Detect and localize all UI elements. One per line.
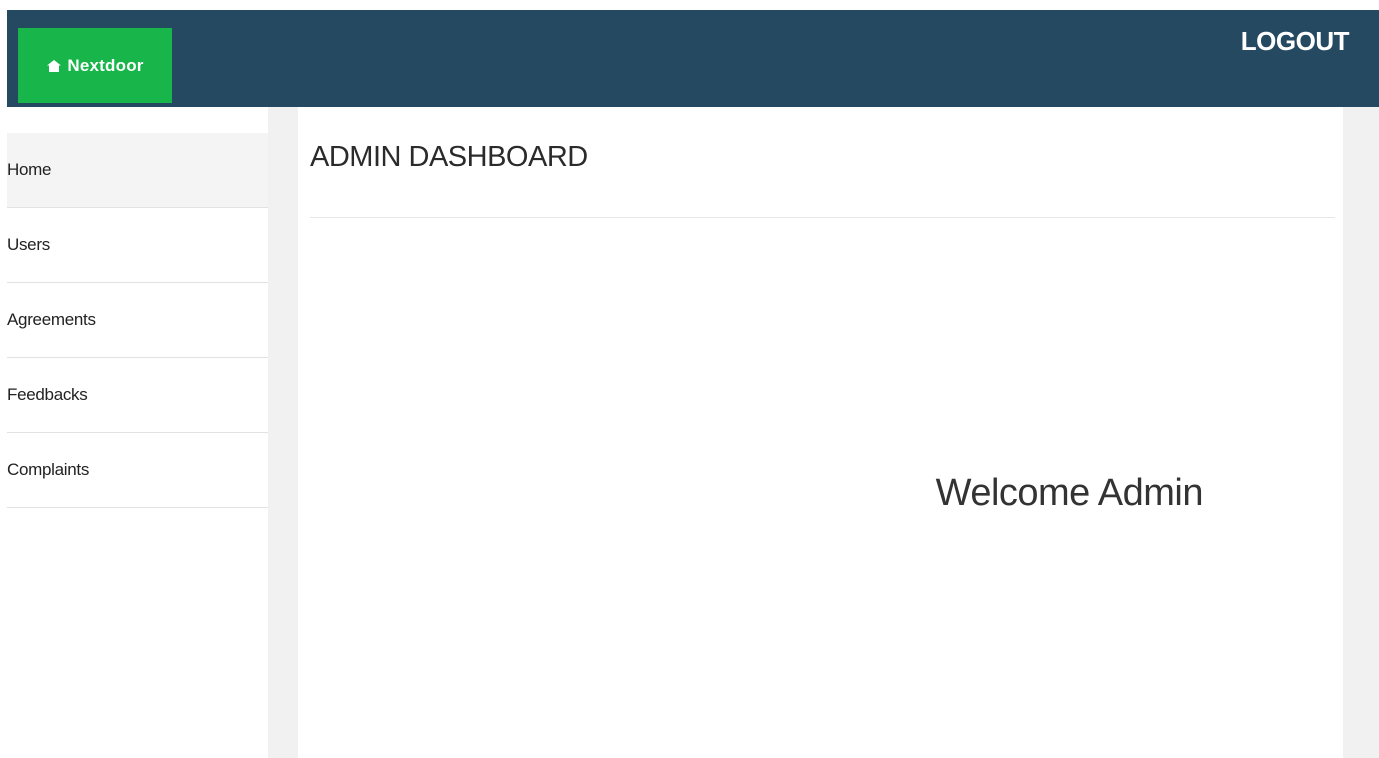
sidebar-item-label: Home — [7, 160, 52, 179]
sidebar-item-complaints[interactable]: Complaints — [7, 433, 268, 508]
sidebar-item-label: Agreements — [7, 310, 96, 329]
sidebar-item-agreements[interactable]: Agreements — [7, 283, 268, 358]
sidebar: Home Users Agreements Feedbacks Complain… — [7, 107, 268, 758]
title-divider — [310, 217, 1335, 218]
sidebar-item-label: Feedbacks — [7, 385, 88, 404]
brand-logo[interactable]: Nextdoor — [18, 28, 172, 103]
app-frame: Nextdoor LOGOUT Home Users Agreements Fe… — [7, 10, 1379, 758]
sidebar-item-label: Users — [7, 235, 50, 254]
top-bar: Nextdoor LOGOUT — [7, 10, 1379, 107]
sidebar-spacer — [7, 107, 268, 133]
welcome-message: Welcome Admin — [935, 472, 1204, 514]
sidebar-item-home[interactable]: Home — [7, 133, 268, 208]
logout-button[interactable]: LOGOUT — [1241, 26, 1350, 57]
main-content: ADMIN DASHBOARD Welcome Admin — [298, 107, 1343, 758]
sidebar-item-feedbacks[interactable]: Feedbacks — [7, 358, 268, 433]
brand-name: Nextdoor — [67, 55, 144, 75]
house-icon — [46, 59, 62, 73]
sidebar-item-label: Complaints — [7, 460, 90, 479]
sidebar-item-users[interactable]: Users — [7, 208, 268, 283]
page-title: ADMIN DASHBOARD — [310, 141, 588, 173]
